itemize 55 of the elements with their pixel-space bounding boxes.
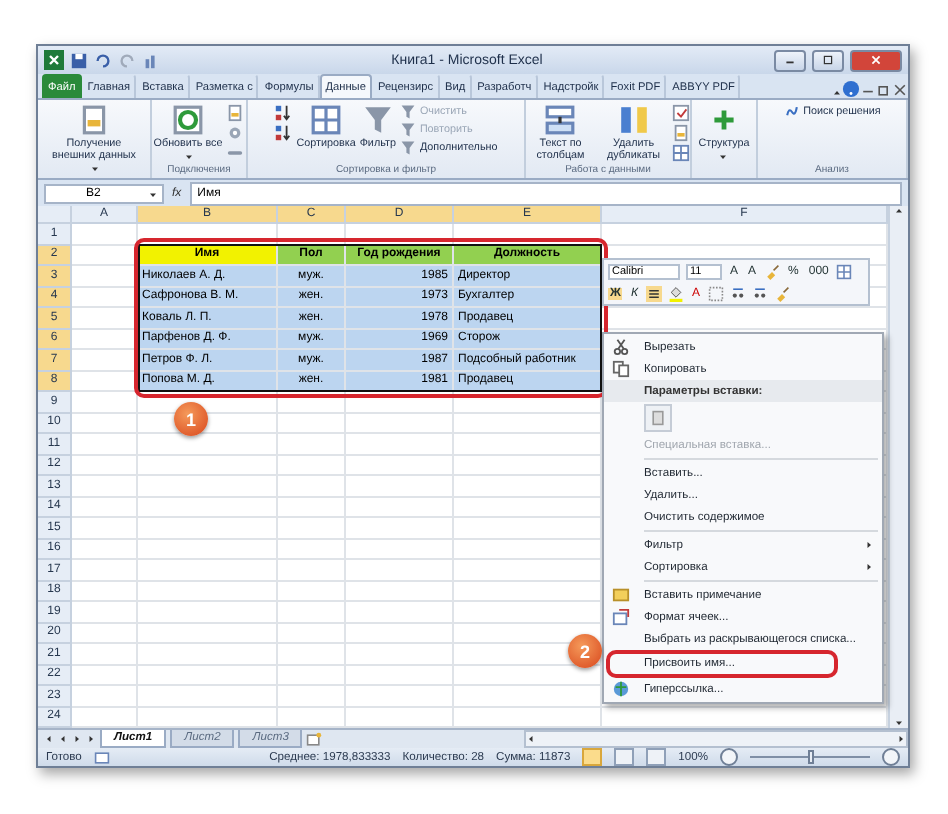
caret-icon — [718, 152, 729, 162]
horizontal-scrollbar[interactable] — [524, 730, 908, 748]
help-icon — [842, 80, 860, 98]
close-icon — [870, 54, 882, 66]
redo-icon — [118, 51, 136, 69]
duplicates-icon — [617, 104, 650, 136]
paste-option-button[interactable] — [644, 404, 672, 432]
close-icon — [892, 82, 908, 98]
document-icon — [672, 124, 690, 142]
undo-icon — [94, 51, 112, 69]
align-icon — [645, 285, 662, 301]
caret-icon — [148, 189, 158, 199]
clipboard-icon — [650, 410, 666, 426]
maximize-icon — [822, 54, 834, 66]
caret-icon — [89, 164, 99, 174]
caret-icon — [183, 152, 193, 162]
scissors-icon — [612, 338, 630, 356]
new-sheet-icon — [306, 731, 323, 747]
table-icon — [672, 144, 690, 162]
close-button[interactable] — [850, 49, 902, 71]
gear-icon — [226, 124, 245, 142]
vertical-scrollbar[interactable] — [888, 206, 908, 728]
globe-icon — [612, 680, 630, 698]
decimals-icon — [730, 285, 746, 301]
funnel-icon — [361, 104, 394, 136]
zoom-out-button[interactable] — [720, 748, 738, 766]
borders-icon — [708, 285, 724, 301]
sort-icon — [274, 104, 293, 122]
restore-icon — [876, 82, 892, 98]
document-icon — [226, 104, 245, 122]
table-icon — [836, 263, 853, 279]
brush-icon — [774, 285, 790, 301]
view-button[interactable] — [646, 748, 667, 766]
sort-icon — [274, 124, 293, 142]
decimals-icon — [752, 285, 768, 301]
check-icon — [672, 104, 690, 122]
document-icon — [78, 104, 110, 136]
copy-icon — [612, 360, 630, 378]
zoom-in-button[interactable] — [882, 748, 900, 766]
columns-icon — [544, 104, 577, 136]
table-icon — [310, 104, 343, 136]
brush-icon — [764, 263, 781, 279]
view-button[interactable] — [582, 748, 603, 766]
macro-record-icon — [93, 749, 110, 765]
zoom-thumb[interactable] — [807, 750, 813, 764]
refresh-icon — [172, 104, 204, 136]
note-icon — [612, 586, 630, 604]
save-icon — [70, 51, 88, 69]
format-cells-icon — [612, 608, 630, 626]
view-button[interactable] — [614, 748, 635, 766]
chart-icon — [142, 51, 160, 69]
caret-icon — [526, 734, 536, 744]
select-all-corner[interactable] — [38, 206, 72, 224]
fill-color-icon — [667, 285, 684, 301]
maximize-button[interactable] — [812, 49, 844, 71]
